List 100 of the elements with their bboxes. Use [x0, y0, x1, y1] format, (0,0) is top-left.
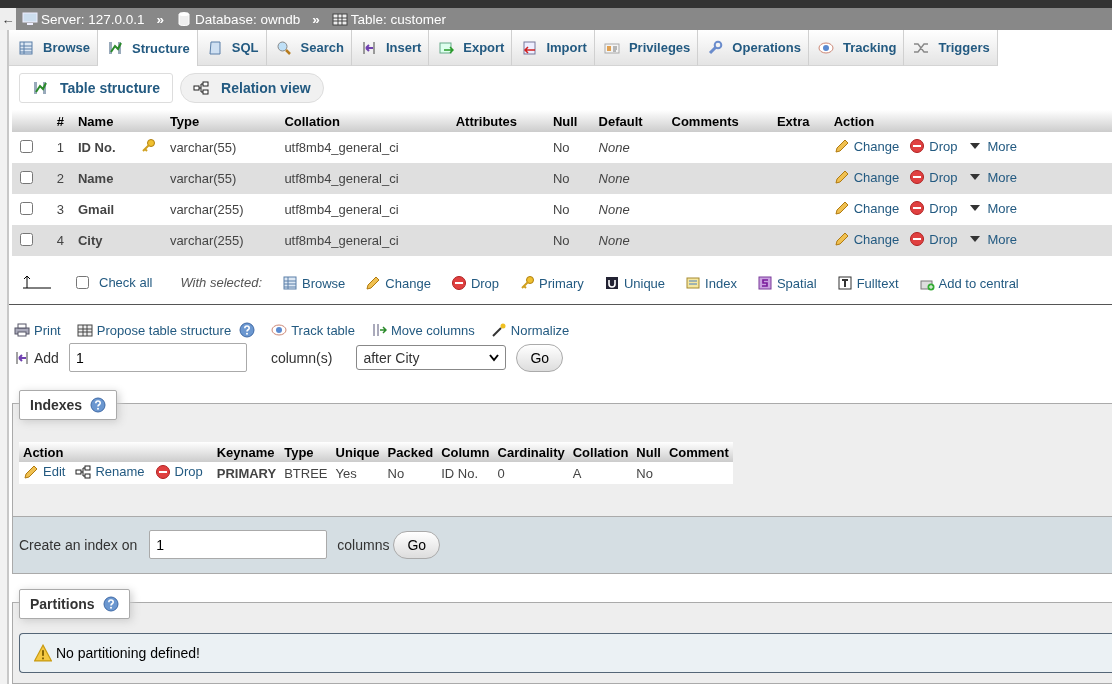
table-cell: PRIMARY	[212, 462, 281, 484]
bulk-action-link[interactable]: Drop	[450, 275, 500, 291]
wand-icon	[490, 322, 507, 338]
action-link[interactable]: Drop	[154, 463, 203, 480]
table-cell: BTREE	[280, 462, 332, 484]
action-link[interactable]: More	[967, 200, 1018, 216]
action-link[interactable]: Drop	[909, 138, 958, 154]
action-link[interactable]: Change	[833, 169, 900, 185]
table-cell: A	[568, 462, 633, 484]
bulk-action-link[interactable]: Primary	[519, 275, 584, 291]
row-checkbox[interactable]	[20, 201, 33, 215]
printer-icon	[14, 322, 30, 338]
tool-link[interactable]: Normalize	[490, 322, 570, 338]
column-count-field[interactable]: 1	[68, 343, 247, 372]
table-cell: No	[548, 225, 595, 256]
help-icon	[102, 596, 119, 612]
tool-link[interactable]: Propose table structure	[76, 322, 232, 338]
row-checkbox[interactable]	[20, 232, 33, 246]
tab[interactable]: Triggers	[904, 30, 998, 66]
column-header: Type	[165, 110, 281, 132]
action-link[interactable]: More	[967, 231, 1018, 247]
table-cell: City	[74, 225, 138, 256]
chevron-icon	[489, 353, 500, 362]
pencil-icon	[833, 138, 850, 154]
drop-icon	[909, 138, 926, 154]
row-checkbox[interactable]	[20, 139, 33, 153]
action-link[interactable]: Edit	[23, 463, 66, 480]
action-link[interactable]: Drop	[909, 231, 958, 247]
table-cell: utf8mb4_general_ci	[280, 132, 452, 163]
table-cell: Yes	[331, 462, 384, 484]
bulk-action-link[interactable]: Browse	[282, 275, 346, 291]
drop-icon	[909, 231, 926, 247]
unique-icon	[603, 275, 620, 291]
table-cell: utf8mb4_general_ci	[280, 225, 452, 256]
tab[interactable]: Tracking	[808, 30, 905, 66]
tab[interactable]: Export	[429, 30, 513, 66]
column-header: Collation	[568, 442, 633, 462]
add-label: Add	[34, 349, 59, 366]
tab[interactable]: Privileges	[594, 30, 699, 66]
server-icon	[22, 11, 38, 27]
tool-link[interactable]: Move columns	[370, 322, 475, 338]
bulk-action-link[interactable]: Index	[685, 275, 737, 291]
table-cell: 2	[52, 163, 74, 194]
bulk-action-link[interactable]: Add to central	[918, 275, 1019, 291]
action-link[interactable]: Drop	[909, 200, 958, 216]
import-icon	[521, 39, 538, 56]
action-link[interactable]: Rename	[75, 463, 145, 480]
check-all-link[interactable]: Check all	[99, 275, 153, 290]
tab[interactable]: Browse	[9, 30, 98, 66]
column-header: Comments	[667, 110, 773, 132]
action-link[interactable]: Change	[833, 231, 900, 247]
section-title: Indexes	[30, 397, 83, 413]
table-cell: None	[594, 132, 668, 163]
bulk-action-link[interactable]: Spatial	[756, 275, 817, 291]
tab[interactable]: SQL	[197, 30, 267, 66]
column-header: Attributes	[451, 110, 549, 132]
table-cell: None	[594, 163, 668, 194]
back-button[interactable]: ←	[0, 8, 16, 30]
column-header: Collation	[280, 110, 452, 132]
subtab[interactable]: Table structure	[19, 73, 174, 103]
action-link[interactable]: More	[967, 138, 1018, 154]
subtab[interactable]: Relation view	[180, 73, 324, 103]
go-button[interactable]: Go	[516, 343, 564, 372]
table-cell: varchar(255)	[165, 194, 281, 225]
action-link[interactable]: More	[967, 169, 1018, 185]
table-cell: 0	[493, 462, 569, 484]
column-header: Action	[19, 442, 213, 462]
tool-link[interactable]: Track table	[271, 322, 355, 338]
column-header: Action	[829, 110, 1112, 132]
table-cell: varchar(255)	[165, 225, 281, 256]
column-count-field[interactable]: 1	[149, 530, 328, 559]
bulk-action-link[interactable]: Fulltext	[836, 275, 899, 291]
pencil-icon	[833, 169, 850, 185]
structure-icon	[106, 40, 123, 56]
table-cell: Name	[74, 163, 138, 194]
row-checkbox[interactable]	[20, 170, 33, 184]
table-cell: No	[548, 194, 595, 225]
check-all-checkbox[interactable]	[76, 276, 89, 289]
go-button[interactable]: Go	[393, 530, 441, 559]
column-header: Null	[548, 110, 595, 132]
index-icon	[685, 275, 702, 291]
tab[interactable]: Search	[266, 30, 352, 66]
breadcrumb-link[interactable]: Server: 127.0.0.1	[22, 11, 145, 27]
tab[interactable]: Import	[512, 30, 595, 66]
action-link[interactable]: Drop	[909, 169, 958, 185]
table-cell: Gmail	[74, 194, 138, 225]
eye-icon	[271, 322, 288, 338]
breadcrumb-link[interactable]: Table: customer	[331, 11, 446, 27]
tab[interactable]: Insert	[351, 30, 430, 66]
tool-link[interactable]: Print	[14, 322, 61, 338]
column-header: Column	[437, 442, 494, 462]
unit-label: columns	[337, 536, 390, 553]
action-link[interactable]: Change	[833, 200, 900, 216]
position-select[interactable]: after City	[356, 345, 507, 370]
column-header: Name	[74, 110, 166, 132]
action-link[interactable]: Change	[833, 138, 900, 154]
bulk-action-link[interactable]: Unique	[603, 275, 666, 291]
tab[interactable]: Operations	[698, 30, 809, 66]
bulk-action-link[interactable]: Change	[365, 275, 431, 291]
breadcrumb-link[interactable]: Database: owndb	[176, 11, 301, 27]
